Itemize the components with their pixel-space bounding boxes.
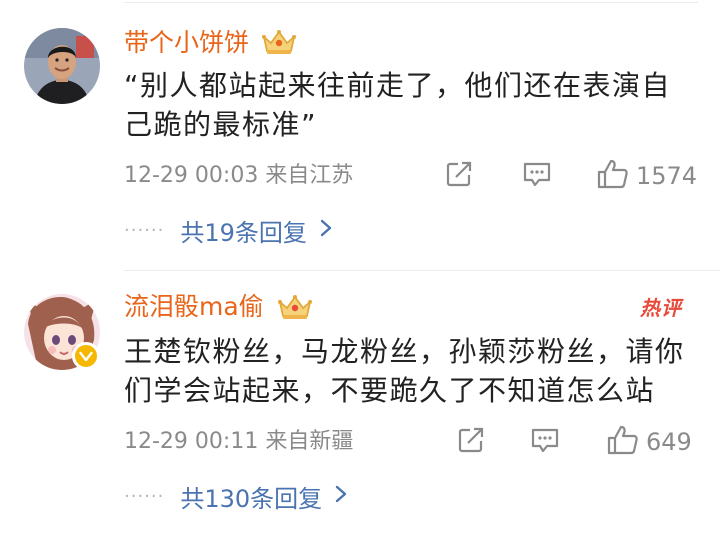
like-button[interactable]: 649: [606, 424, 692, 460]
chevron-right-icon: [319, 218, 333, 242]
comment-text: 王楚钦粉丝，马龙粉丝，孙颖莎粉丝，请你们学会站起来，不要跪久了不知道怎么站: [124, 335, 685, 407]
share-button[interactable]: [444, 158, 474, 194]
like-count: 1574: [636, 162, 698, 190]
view-replies-link[interactable]: ······ 共19条回复: [124, 212, 333, 248]
comment-meta: 12-29 00:03 来自江苏: [124, 163, 354, 188]
username[interactable]: 流泪骰ma偷: [124, 292, 264, 322]
avatar[interactable]: [24, 28, 100, 104]
comment-item: 流泪骰ma偷 热评 王楚钦粉丝，马龙粉丝，孙颖莎粉丝，请你们学会站起来，不要跪久…: [0, 272, 720, 534]
crown-icon: [276, 292, 314, 322]
reply-dots: ······: [124, 485, 165, 507]
comment-meta: 12-29 00:11 来自新疆: [124, 429, 354, 454]
replies-count: 共19条回复: [180, 218, 307, 247]
verified-icon: [72, 342, 100, 370]
share-button[interactable]: [456, 424, 486, 460]
divider: [124, 270, 720, 271]
like-button[interactable]: 1574: [596, 158, 697, 194]
like-icon: [596, 158, 630, 194]
comment-thread: 带个小饼饼 “别人都站起来往前走了，他们还在表演自己跪的最标准” 12-29 0…: [0, 0, 720, 534]
share-icon: [456, 425, 486, 459]
comment-text: “别人都站起来往前走了，他们还在表演自己跪的最标准”: [124, 69, 672, 141]
chevron-right-icon: [334, 484, 348, 508]
like-icon: [606, 424, 640, 460]
username[interactable]: 带个小饼饼: [124, 28, 249, 58]
comment-button[interactable]: [529, 424, 561, 460]
hot-comment-badge: 热评: [640, 296, 682, 320]
reply-dots: ······: [124, 219, 165, 241]
comment-button[interactable]: [521, 158, 553, 194]
crown-icon: [260, 27, 298, 57]
like-count: 649: [646, 428, 692, 456]
comment-icon: [529, 424, 561, 460]
comment-item: 带个小饼饼 “别人都站起来往前走了，他们还在表演自己跪的最标准” 12-29 0…: [0, 0, 720, 268]
view-replies-link[interactable]: ······ 共130条回复: [124, 478, 348, 514]
comment-icon: [521, 158, 553, 194]
share-icon: [444, 159, 474, 193]
replies-count: 共130条回复: [180, 484, 323, 513]
